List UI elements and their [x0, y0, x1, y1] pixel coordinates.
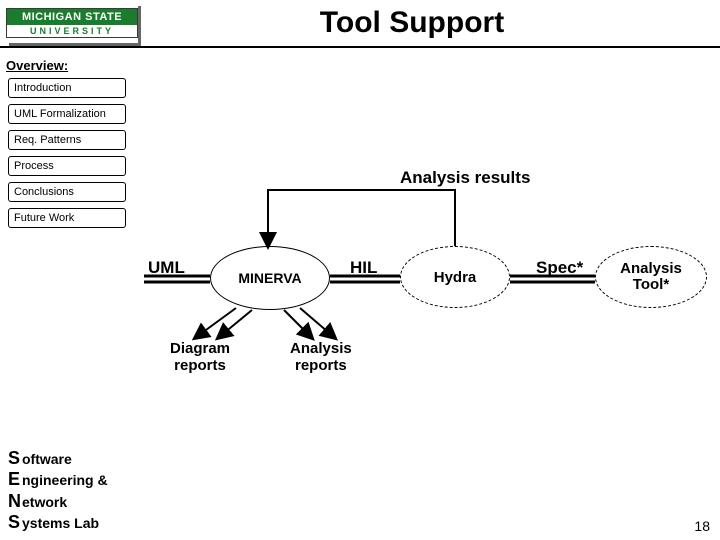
analysis-tool-l1: Analysis: [620, 261, 682, 278]
f-e-rest: ngineering &: [22, 472, 108, 488]
f-e: E: [8, 469, 22, 491]
slide-title: Tool Support: [144, 6, 720, 40]
f-s-rest: oftware: [22, 451, 72, 467]
diagram-reports-label: Diagram reports: [170, 340, 230, 375]
analysis-reports-label: Analysis reports: [290, 340, 352, 375]
logo-top-text: MICHIGAN STATE: [6, 8, 138, 25]
f-y-rest: ystems Lab: [22, 515, 99, 531]
nav-req-patterns[interactable]: Req. Patterns: [8, 130, 126, 150]
header: MICHIGAN STATE UNIVERSITY Tool Support: [0, 0, 720, 48]
minerva-node: MINERVA: [210, 246, 330, 310]
diagram-arrows: [0, 150, 720, 540]
f-y: S: [8, 512, 22, 534]
flow-diagram: Analysis results UML HIL Spec* MINERVA H…: [0, 150, 720, 540]
spec-label: Spec*: [536, 258, 583, 278]
f-n: N: [8, 491, 22, 513]
analysis-tool-l2: Tool*: [633, 277, 669, 294]
analysis-reports-l2: reports: [295, 357, 347, 374]
logo-bottom-text: UNIVERSITY: [6, 25, 138, 38]
diagram-reports-l2: reports: [174, 357, 226, 374]
hydra-node: Hydra: [400, 246, 510, 308]
lab-footer: Software Engineering & Network Systems L…: [8, 448, 108, 534]
analysis-reports-l1: Analysis: [290, 340, 352, 357]
uml-label: UML: [148, 258, 185, 278]
msu-logo: MICHIGAN STATE UNIVERSITY: [6, 3, 138, 43]
overview-label: Overview:: [6, 58, 68, 73]
analysis-results-label: Analysis results: [400, 168, 530, 188]
hil-label: HIL: [350, 258, 377, 278]
analysis-tool-node: Analysis Tool*: [595, 246, 707, 308]
nav-uml-formalization[interactable]: UML Formalization: [8, 104, 126, 124]
f-s: S: [8, 448, 22, 470]
page-number: 18: [694, 518, 710, 534]
nav-introduction[interactable]: Introduction: [8, 78, 126, 98]
diagram-reports-l1: Diagram: [170, 340, 230, 357]
f-n-rest: etwork: [22, 494, 67, 510]
